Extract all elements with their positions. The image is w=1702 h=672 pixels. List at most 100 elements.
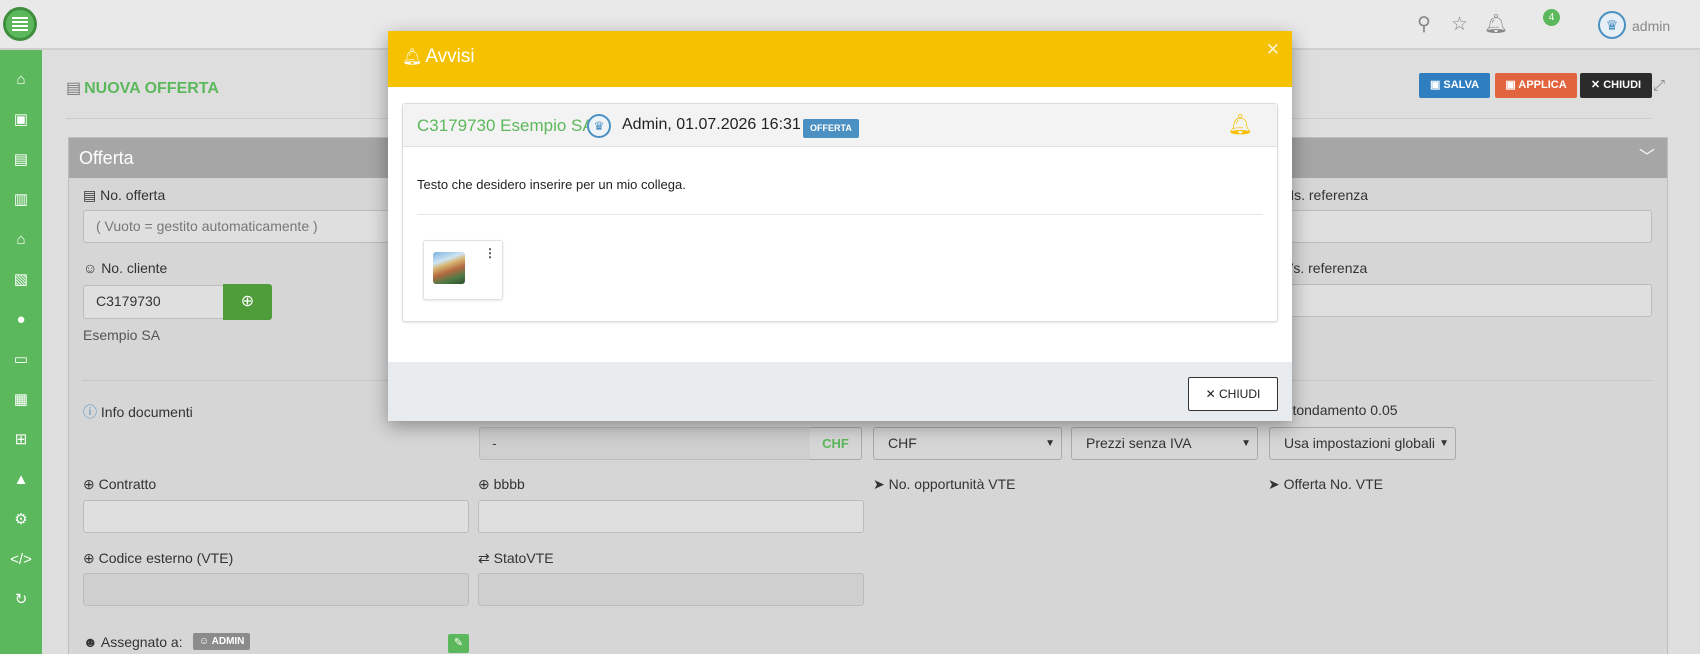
modal-footer: ✕ CHIUDI xyxy=(388,362,1292,421)
notification-card-header: C3179730 Esempio SA ♛ Admin, 01.07.2026 … xyxy=(403,104,1277,147)
document-icon: ▤ xyxy=(83,187,97,203)
panel-title: Offerta xyxy=(79,148,134,168)
settings-icon[interactable]: ⚙ xyxy=(0,510,42,530)
chevron-down-icon[interactable]: ﹀ xyxy=(1639,138,1655,178)
external-code-text: Codice esterno (VTE) xyxy=(98,550,234,566)
info-documents-label[interactable]: ⓘ Info documenti xyxy=(83,402,193,422)
apply-label: APPLICA xyxy=(1518,79,1567,91)
warehouse-icon[interactable]: ⌂ xyxy=(0,230,42,250)
contacts-icon[interactable]: ▣ xyxy=(0,110,42,130)
user-name[interactable]: admin xyxy=(1632,18,1670,34)
contract-label: ⊕ Contratto xyxy=(83,476,156,493)
user-icon: ☺ xyxy=(83,260,98,276)
refresh-icon[interactable]: ↻ xyxy=(0,590,42,610)
price-mode-value: Prezzi senza IVA xyxy=(1086,435,1192,451)
apply-button[interactable]: ▣ APPLICA xyxy=(1495,73,1577,98)
your-reference-input[interactable] xyxy=(1284,284,1652,317)
offer-badge: OFFERTA xyxy=(803,119,859,138)
add-client-button[interactable]: ⊕ xyxy=(223,284,272,320)
attachment[interactable]: ⋮ xyxy=(423,240,503,300)
user-icon[interactable]: ● xyxy=(0,310,42,330)
rounding-select-value: Usa impostazioni globali xyxy=(1284,435,1435,451)
page-title: ▤ NUOVA OFFERTA xyxy=(66,78,219,98)
contract-label-text: Contratto xyxy=(98,476,157,492)
client-no-label-text: No. cliente xyxy=(101,260,168,276)
client-no-label: ☺ No. cliente xyxy=(83,260,167,276)
chart-icon[interactable]: ▲ xyxy=(0,470,42,490)
client-no-input[interactable]: C3179730 xyxy=(83,285,225,319)
offer-no-input[interactable]: ( Vuoto = gestito automaticamente ) xyxy=(83,210,403,243)
external-code-input[interactable] xyxy=(83,573,469,606)
torn-edge xyxy=(0,654,1702,672)
currency-select[interactable]: CHF ▼ xyxy=(873,427,1062,460)
client-link[interactable]: C3179730 Esempio SA xyxy=(417,116,594,136)
chevron-down-icon: ▼ xyxy=(1439,438,1449,449)
rounding-select[interactable]: Usa impostazioni globali ▼ xyxy=(1269,427,1456,460)
modal-close-button[interactable]: ✕ CHIUDI xyxy=(1188,377,1278,411)
vte-status-input[interactable] xyxy=(478,573,864,606)
exchange-icon: ⇄ xyxy=(478,550,490,566)
vte-status-text: StatoVTE xyxy=(493,550,554,566)
close-icon[interactable]: ✕ xyxy=(1266,40,1280,60)
notification-message: Testo che desidero inserire per un mio c… xyxy=(417,177,686,192)
offer-no-label-text: No. offerta xyxy=(100,187,166,203)
info-documents-text: Info documenti xyxy=(100,404,193,420)
bbbb-label-text: bbbb xyxy=(493,476,525,492)
bbbb-input[interactable] xyxy=(478,500,864,533)
vte-opportunity-label: ➤ No. opportunità VTE xyxy=(873,476,1015,493)
client-name: Esempio SA xyxy=(83,327,161,343)
star-icon[interactable]: ☆ xyxy=(1451,15,1468,35)
pencil-icon[interactable]: ✎ xyxy=(448,634,469,653)
chevron-down-icon: ▼ xyxy=(1241,438,1251,449)
new-document-icon[interactable]: ▤ xyxy=(0,150,42,170)
assigned-label: ☻ Assegnato a: xyxy=(83,634,183,650)
our-reference-input[interactable] xyxy=(1284,210,1652,243)
close-label: CHIUDI xyxy=(1603,79,1642,91)
bell-icon: 🔔︎ xyxy=(402,49,423,66)
save-button[interactable]: ▣ SALVA xyxy=(1419,73,1490,98)
your-reference-label: Vs. referenza xyxy=(1284,260,1368,276)
page: { "topbar": { "notifications_count": "4"… xyxy=(0,0,1702,672)
external-code-label: ⊕ Codice esterno (VTE) xyxy=(83,550,233,567)
clipboard-icon[interactable]: ▦ xyxy=(0,390,42,410)
expand-icon[interactable]: ⤢ xyxy=(1653,77,1665,94)
modal-title-text: Avvisi xyxy=(425,46,475,67)
card-icon[interactable]: ▭ xyxy=(0,350,42,370)
sidebar: ⌂ ▣ ▤ ▥ ⌂ ▧ ● ▭ ▦ ⊞ ▲ ⚙ </> ↻ xyxy=(0,50,42,655)
user-crown-icon[interactable]: ♛ xyxy=(1598,11,1626,39)
assigned-user-badge: ☺ ADMIN xyxy=(193,633,251,650)
notifications-modal: 🔔︎ Avvisi ✕ C3179730 Esempio SA ♛ Admin, … xyxy=(388,31,1292,421)
vte-offer-text: Offerta No. VTE xyxy=(1283,476,1383,492)
menu-icon[interactable] xyxy=(3,7,37,41)
grid-icon[interactable]: ⊞ xyxy=(0,430,42,450)
home-icon[interactable]: ⌂ xyxy=(0,70,42,90)
info-icon: ⓘ xyxy=(83,404,97,420)
divider xyxy=(417,214,1263,215)
users-icon: ☻ xyxy=(83,634,98,650)
plus-circle-icon[interactable]: ⊕ xyxy=(83,476,95,492)
notification-card: C3179730 Esempio SA ♛ Admin, 01.07.2026 … xyxy=(402,103,1278,322)
bell-icon[interactable]: 🔔︎ xyxy=(1228,112,1253,137)
vte-offer-label: ➤ Offerta No. VTE xyxy=(1268,476,1383,493)
vte-opportunity-text: No. opportunità VTE xyxy=(888,476,1016,492)
plus-circle-icon[interactable]: ⊕ xyxy=(83,550,95,566)
bell-icon[interactable]: 🔔︎ xyxy=(1484,15,1508,35)
code-icon[interactable]: </> xyxy=(0,550,42,570)
assigned-label-text: Assegnato a: xyxy=(100,634,183,650)
plus-circle-icon[interactable]: ⊕ xyxy=(478,476,490,492)
save-label: SALVA xyxy=(1443,79,1480,91)
modal-header: 🔔︎ Avvisi ✕ xyxy=(388,31,1292,87)
amount-input[interactable]: - xyxy=(479,427,811,460)
contract-input[interactable] xyxy=(83,500,469,533)
price-mode-select[interactable]: Prezzi senza IVA ▼ xyxy=(1071,427,1258,460)
close-button[interactable]: ✕ CHIUDI xyxy=(1580,73,1652,98)
modal-title: 🔔︎ Avvisi xyxy=(402,46,475,68)
file-icon[interactable]: ▧ xyxy=(0,270,42,290)
more-vertical-icon[interactable]: ⋮ xyxy=(484,247,496,259)
document-icon[interactable]: ▥ xyxy=(0,190,42,210)
document-icon: ▤ xyxy=(66,80,82,97)
modal-close-label: CHIUDI xyxy=(1219,387,1261,401)
fish-icon: ➤ xyxy=(1268,476,1280,492)
attachment-thumbnail[interactable] xyxy=(433,252,465,284)
search-icon[interactable]: ⚲ xyxy=(1417,15,1431,35)
